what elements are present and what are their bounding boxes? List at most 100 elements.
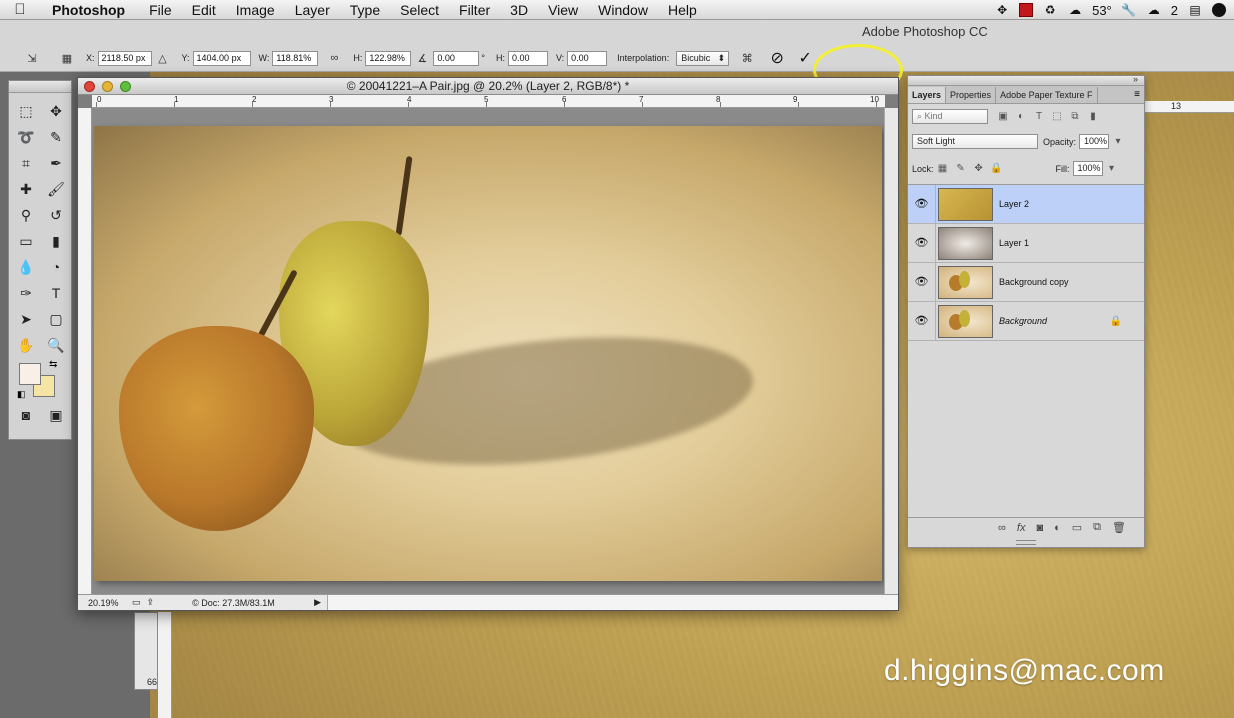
- fill-dropdown-icon[interactable]: ▾: [1103, 163, 1121, 174]
- filter-adjustment-icon[interactable]: ◐: [1012, 111, 1030, 122]
- horizontal-scrollbar[interactable]: [326, 595, 898, 610]
- pear-photo-canvas[interactable]: [94, 126, 882, 581]
- menu-edit[interactable]: Edit: [182, 2, 226, 18]
- filter-smart-object-icon[interactable]: ⧉: [1066, 111, 1084, 122]
- delete-layer-icon[interactable]: 🗑: [1112, 521, 1126, 534]
- blur-tool-icon[interactable]: 💧: [11, 257, 41, 277]
- fill-field[interactable]: 100%: [1072, 161, 1103, 176]
- document-titlebar[interactable]: © 20041221–A Pair.jpg @ 20.2% (Layer 2, …: [78, 78, 898, 95]
- menu-help[interactable]: Help: [658, 2, 707, 18]
- tab-layers[interactable]: Layers: [908, 87, 947, 103]
- quick-mask-icon[interactable]: ◙: [11, 405, 41, 425]
- dodge-tool-icon[interactable]: ◔: [41, 257, 71, 277]
- app-menu[interactable]: Photoshop: [40, 2, 139, 18]
- v-skew-field[interactable]: 0.00: [567, 50, 608, 66]
- screen-mode-icon[interactable]: ▣: [41, 405, 71, 425]
- tool-preset-icon[interactable]: ⇲: [24, 52, 40, 65]
- foreground-color-swatch[interactable]: [19, 363, 41, 385]
- add-mask-icon[interactable]: ◙: [1036, 522, 1043, 534]
- menu-window[interactable]: Window: [588, 2, 658, 18]
- weather-temperature[interactable]: 53°: [1092, 3, 1112, 18]
- hand-tool-icon[interactable]: ✋: [11, 335, 41, 355]
- menu-layer[interactable]: Layer: [285, 2, 340, 18]
- marquee-tool-icon[interactable]: ⬚: [11, 101, 41, 121]
- h-skew-field[interactable]: 0.00: [507, 50, 548, 66]
- zoom-window-button[interactable]: [120, 81, 131, 92]
- path-selection-tool-icon[interactable]: ➤: [11, 309, 41, 329]
- gradient-tool-icon[interactable]: ▮: [41, 231, 71, 251]
- tab-properties[interactable]: Properties: [946, 87, 997, 103]
- link-layers-icon[interactable]: ∞: [998, 522, 1006, 534]
- menu-filter[interactable]: Filter: [449, 2, 500, 18]
- layer-row-layer-1[interactable]: 👁 Layer 1: [908, 224, 1144, 263]
- brush-tool-icon[interactable]: 🖌: [41, 179, 71, 199]
- zoom-level[interactable]: 20.19%: [78, 598, 122, 608]
- clipboard-icon[interactable]: ▤: [1187, 3, 1203, 17]
- opacity-dropdown-icon[interactable]: ▾: [1109, 136, 1127, 147]
- eraser-tool-icon[interactable]: ▭: [11, 231, 41, 251]
- filter-pixel-icon[interactable]: ▣: [994, 111, 1012, 122]
- layer-row-background[interactable]: 👁 Background 🔒: [908, 302, 1144, 341]
- delta-icon[interactable]: △: [155, 52, 171, 65]
- minimize-window-button[interactable]: [102, 81, 113, 92]
- clone-stamp-tool-icon[interactable]: ⚲: [11, 205, 41, 225]
- layer-row-layer-2[interactable]: 👁 Layer 2: [908, 185, 1144, 224]
- visibility-eye-icon[interactable]: 👁: [908, 224, 936, 262]
- document-canvas-area[interactable]: [92, 108, 885, 596]
- zoom-tool-icon[interactable]: 🔍: [41, 335, 71, 355]
- share-icon[interactable]: ⇪: [147, 597, 155, 608]
- panel-menu-icon[interactable]: ≡: [1130, 87, 1144, 103]
- layer-lock-icon[interactable]: 🔒: [1110, 316, 1122, 327]
- quick-select-tool-icon[interactable]: ✎: [41, 127, 71, 147]
- panel-resize-grip[interactable]: [1016, 540, 1036, 545]
- lock-position-icon[interactable]: ✥: [970, 163, 988, 174]
- link-icon[interactable]: ∞: [326, 52, 342, 64]
- collapse-panel-icon[interactable]: »: [1133, 74, 1138, 84]
- crosshair-status-icon[interactable]: ✥: [994, 3, 1010, 17]
- default-colors-icon[interactable]: ◧: [17, 389, 26, 400]
- creative-cloud-icon[interactable]: ☁: [1146, 3, 1162, 17]
- x-position-field[interactable]: 2118.50 px: [97, 50, 152, 66]
- wrench-icon[interactable]: 🔧: [1121, 3, 1137, 17]
- cloud-weather-icon[interactable]: ☁: [1067, 3, 1083, 17]
- status-dot-icon[interactable]: [1212, 3, 1226, 17]
- lock-image-icon[interactable]: ✎: [952, 163, 970, 174]
- filter-type-icon[interactable]: T: [1030, 111, 1048, 122]
- close-window-button[interactable]: [84, 81, 95, 92]
- vertical-scrollbar[interactable]: [884, 108, 898, 596]
- horizontal-ruler[interactable]: 0 1 2 3 4 5 6 7 8 9 10: [92, 95, 885, 108]
- vertical-ruler[interactable]: [78, 108, 92, 596]
- tools-panel-header[interactable]: [9, 81, 71, 93]
- menu-view[interactable]: View: [538, 2, 588, 18]
- filter-shape-icon[interactable]: ⬚: [1048, 111, 1066, 122]
- menu-select[interactable]: Select: [390, 2, 449, 18]
- menu-file[interactable]: File: [139, 2, 182, 18]
- rotation-field[interactable]: 0.00: [433, 50, 480, 66]
- lasso-tool-icon[interactable]: ➰: [11, 127, 41, 147]
- type-tool-icon[interactable]: T: [41, 283, 71, 303]
- filter-toggle-icon[interactable]: ▮: [1084, 111, 1102, 122]
- healing-brush-tool-icon[interactable]: ✚: [11, 179, 41, 199]
- new-group-icon[interactable]: ▭: [1072, 521, 1082, 534]
- move-tool-icon[interactable]: ✥: [41, 101, 71, 121]
- new-adjustment-layer-icon[interactable]: ◐: [1054, 522, 1061, 534]
- swap-colors-icon[interactable]: ⇆: [49, 359, 57, 370]
- menu-image[interactable]: Image: [226, 2, 285, 18]
- layers-panel-header[interactable]: »: [908, 74, 1144, 86]
- tab-adobe-paper-texture[interactable]: Adobe Paper Texture F: [996, 87, 1099, 103]
- layer-style-fx-icon[interactable]: fx: [1017, 522, 1026, 534]
- new-layer-icon[interactable]: ⧉: [1093, 521, 1101, 534]
- layer-row-background-copy[interactable]: 👁 Background copy: [908, 263, 1144, 302]
- width-field[interactable]: 118.81%: [272, 50, 319, 66]
- eyedropper-tool-icon[interactable]: ✒: [41, 153, 71, 173]
- filter-kind-select[interactable]: ⌕ Kind: [912, 109, 988, 124]
- warp-icon[interactable]: ⌘: [739, 52, 755, 65]
- recording-status-icon[interactable]: [1019, 3, 1034, 17]
- cancel-transform-icon[interactable]: ⊘: [766, 48, 788, 68]
- height-field[interactable]: 122.98%: [365, 50, 412, 66]
- status-menu-arrow-icon[interactable]: ▶: [314, 597, 321, 608]
- apple-icon[interactable]: : [0, 1, 40, 18]
- visibility-eye-icon[interactable]: 👁: [908, 263, 936, 301]
- lock-transparent-icon[interactable]: ▦: [934, 163, 952, 174]
- lock-all-icon[interactable]: 🔒: [988, 163, 1006, 174]
